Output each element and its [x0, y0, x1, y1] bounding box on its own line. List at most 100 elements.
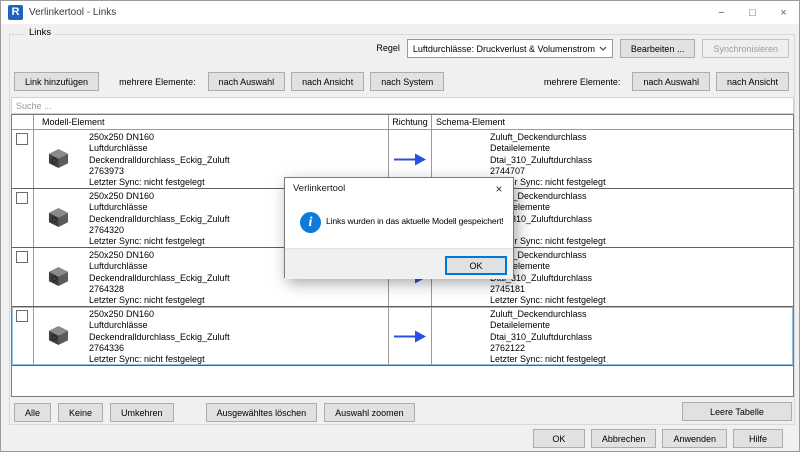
message-dialog: Verlinkertool × i Links wurden in das ak… [284, 177, 514, 278]
model-size: 250x250 DN160 [89, 309, 230, 320]
model-size: 250x250 DN160 [89, 191, 230, 202]
by-system-button[interactable]: nach System [370, 72, 444, 91]
schema-id: 2745181 [490, 284, 606, 295]
model-sync-status: Letzter Sync: nicht festgelegt [89, 236, 230, 247]
apply-button[interactable]: Anwenden [662, 429, 727, 448]
model-family: Deckendralldurchlass_Eckig_Zuluft [89, 332, 230, 343]
table-header: Modell-Element Richtung Schema-Element [12, 115, 793, 130]
model-family: Deckendralldurchlass_Eckig_Zuluft [89, 155, 230, 166]
model-family: Deckendralldurchlass_Eckig_Zuluft [89, 273, 230, 284]
select-none-button[interactable]: Keine [58, 403, 103, 422]
row-checkbox-cell [12, 130, 34, 188]
schema-category: Detailelemente [490, 143, 606, 154]
row-checkbox-cell [12, 189, 34, 247]
row-checkbox[interactable] [16, 310, 28, 322]
maximize-button[interactable]: □ [737, 1, 768, 24]
edit-rule-button[interactable]: Bearbeiten ... [620, 39, 696, 58]
dialog-footer: OK Abbrechen Anwenden Hilfe [533, 429, 783, 448]
message-dialog-titlebar[interactable]: Verlinkertool × [285, 178, 513, 199]
header-checkbox-column [12, 115, 34, 129]
close-button[interactable]: × [768, 1, 799, 24]
zoom-selection-button[interactable]: Auswahl zoomen [324, 403, 415, 422]
model-size: 250x250 DN160 [89, 132, 230, 143]
message-dialog-footer: OK [285, 248, 513, 279]
schema-system: Zuluft_Deckendurchlass [490, 309, 606, 320]
schema-id: 2762122 [490, 343, 606, 354]
model-category: Luftdurchlässe [89, 202, 230, 213]
links-group-label: Links [25, 27, 55, 38]
app-logo-icon: R [8, 5, 23, 20]
help-button[interactable]: Hilfe [733, 429, 783, 448]
schema-id: 2744707 [490, 166, 606, 177]
selection-bar: Alle Keine Umkehren Ausgewähltes löschen… [14, 403, 415, 422]
schema-family: Dtai_310_Zuluftdurchlass [490, 332, 606, 343]
select-all-button[interactable]: Alle [14, 403, 51, 422]
row-checkbox-cell [12, 307, 34, 365]
by-view-button-left[interactable]: nach Ansicht [291, 72, 364, 91]
verlinkertool-window: R Verlinkertool - Links − □ × Links Rege… [0, 0, 800, 452]
message-dialog-ok-button[interactable]: OK [445, 256, 507, 275]
multiple-elements-label-right: mehrere Elemente: [544, 77, 621, 87]
synchronize-button[interactable]: Synchronisieren [702, 39, 789, 58]
header-schema-element: Schema-Element [432, 115, 793, 129]
model-id: 2763973 [89, 166, 230, 177]
row-checkbox[interactable] [16, 251, 28, 263]
model-cube-icon [47, 148, 70, 171]
cancel-button[interactable]: Abbrechen [591, 429, 657, 448]
schema-element-cell: Zuluft_Deckendurchlass Detailelemente Dt… [432, 307, 793, 365]
rule-bar: Regel Luftdurchlässe: Druckverlust & Vol… [376, 39, 789, 58]
schema-sync-status: Letzter Sync: nicht festgelegt [490, 354, 606, 365]
model-cube-icon [47, 325, 70, 348]
chevron-down-icon [599, 46, 607, 51]
model-category: Luftdurchlässe [89, 143, 230, 154]
model-id: 2764320 [89, 225, 230, 236]
model-id: 2764336 [89, 343, 230, 354]
header-direction: Richtung [389, 115, 432, 129]
direction-arrow-icon [393, 330, 427, 343]
multiple-elements-label-left: mehrere Elemente: [119, 77, 196, 87]
delete-selected-button[interactable]: Ausgewähltes löschen [206, 403, 318, 422]
clear-table-button[interactable]: Leere Tabelle [682, 402, 792, 421]
window-title: Verlinkertool - Links [29, 1, 116, 24]
direction-cell [389, 307, 432, 365]
schema-sync-status: Letzter Sync: nicht festgelegt [490, 295, 606, 306]
row-checkbox[interactable] [16, 192, 28, 204]
model-category: Luftdurchlässe [89, 320, 230, 331]
model-id: 2764328 [89, 284, 230, 295]
add-link-bar-left: Link hinzufügen mehrere Elemente: nach A… [14, 72, 444, 91]
window-controls: − □ × [706, 1, 799, 24]
header-model-element: Modell-Element [34, 115, 389, 129]
message-dialog-text: Links wurden in das aktuelle Modell gesp… [326, 216, 508, 226]
model-cube-icon [47, 207, 70, 230]
row-checkbox-cell [12, 248, 34, 306]
rule-label: Regel [376, 39, 400, 58]
rule-dropdown[interactable]: Luftdurchlässe: Druckverlust & Volumenst… [407, 39, 613, 58]
by-selection-button-right[interactable]: nach Auswahl [632, 72, 710, 91]
by-view-button-right[interactable]: nach Ansicht [716, 72, 789, 91]
schema-category: Detailelemente [490, 320, 606, 331]
message-dialog-title: Verlinkertool [293, 178, 345, 199]
info-icon: i [300, 212, 321, 233]
model-sync-status: Letzter Sync: nicht festgelegt [89, 354, 230, 365]
add-link-bar-right: mehrere Elemente: nach Auswahl nach Ansi… [544, 72, 789, 91]
model-element-cell: 250x250 DN160 Luftdurchlässe Deckendrall… [34, 307, 389, 365]
by-selection-button-left[interactable]: nach Auswahl [208, 72, 286, 91]
minimize-button[interactable]: − [706, 1, 737, 24]
invert-selection-button[interactable]: Umkehren [110, 403, 174, 422]
add-link-button[interactable]: Link hinzufügen [14, 72, 99, 91]
model-sync-status: Letzter Sync: nicht festgelegt [89, 295, 230, 306]
row-checkbox[interactable] [16, 133, 28, 145]
direction-arrow-icon [393, 153, 427, 166]
ok-button[interactable]: OK [533, 429, 585, 448]
model-size: 250x250 DN160 [89, 250, 230, 261]
schema-system: Zuluft_Deckendurchlass [490, 132, 606, 143]
search-input[interactable] [11, 97, 794, 114]
model-cube-icon [47, 266, 70, 289]
model-sync-status: Letzter Sync: nicht festgelegt [89, 177, 230, 188]
window-titlebar[interactable]: R Verlinkertool - Links − □ × [1, 1, 799, 24]
message-dialog-close-icon[interactable]: × [489, 178, 509, 199]
table-row[interactable]: 250x250 DN160 Luftdurchlässe Deckendrall… [12, 307, 793, 366]
rule-dropdown-value: Luftdurchlässe: Druckverlust & Volumenst… [413, 44, 596, 54]
model-category: Luftdurchlässe [89, 261, 230, 272]
schema-family: Dtai_310_Zuluftdurchlass [490, 155, 606, 166]
